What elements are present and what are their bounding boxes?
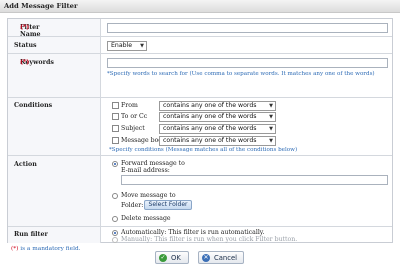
check-icon: ✓ [159,254,167,262]
cancel-button[interactable]: ✕ Cancel [198,251,244,264]
run-automatic-label: Automatically: This filter is run automa… [121,229,265,236]
keywords-row: Keywords (*) *Specify words to search for… [8,54,392,98]
chevron-down-icon: ▼ [140,43,144,49]
x-icon: ✕ [202,254,210,262]
forward-email-input[interactable] [121,175,388,185]
action-row: Action Forward message to E-mail address… [8,156,392,227]
conditions-label: Conditions [14,102,53,109]
action-delete-radio[interactable] [112,216,118,222]
status-selected-value: Enable [111,42,133,49]
ok-button[interactable]: ✓ OK [155,251,189,264]
action-move-label: Move message to [121,192,176,199]
filter-name-input[interactable] [107,23,388,33]
keywords-input[interactable] [107,58,388,68]
chevron-down-icon: ▼ [269,103,273,109]
select-folder-button[interactable]: Select Folder [144,200,192,210]
run-filter-label: Run filter [14,231,48,238]
condition-subject-operator-select[interactable]: contains any one of the words ▼ [159,124,276,134]
condition-subject-checkbox[interactable] [112,125,119,132]
run-manual-radio[interactable] [112,237,118,243]
condition-to-cc-label: To or Cc [121,113,148,120]
keywords-hint: *Specify words to search for (Use comma … [107,71,375,77]
run-manual-label: Manually: This filter is run when you cl… [121,236,298,243]
ok-button-label: OK [171,254,181,262]
status-row: Status Enable ▼ [8,37,392,54]
run-filter-row: Run filter Automatically: This filter is… [8,227,392,243]
action-forward-label: Forward message to [121,160,185,167]
required-marker: (*) [20,59,30,66]
email-address-label: E-mail address: [121,167,170,174]
conditions-hint: *Specify conditions (Message matches all… [109,147,298,153]
condition-from-checkbox[interactable] [112,102,119,109]
dialog-title: Add Message Filter [4,2,78,10]
condition-from-operator-select[interactable]: contains any one of the words ▼ [159,101,276,111]
mandatory-note: (*) is a mandatory field. [11,246,81,252]
required-marker: (*) [20,24,30,31]
condition-message-body-operator-select[interactable]: contains any one of the words ▼ [159,136,276,146]
status-select[interactable]: Enable ▼ [107,41,147,51]
dialog-titlebar: Add Message Filter [0,0,400,13]
condition-to-cc-operator-select[interactable]: contains any one of the words ▼ [159,112,276,122]
conditions-row: Conditions From contains any one of the … [8,98,392,156]
chevron-down-icon: ▼ [269,138,273,144]
filter-name-label-cell: Filter Name (*) [8,19,101,38]
condition-subject-label: Subject [121,125,145,132]
mandatory-note-text: is a mandatory field. [18,246,81,252]
chevron-down-icon: ▼ [269,114,273,120]
condition-to-cc-checkbox[interactable] [112,113,119,120]
filter-form: Filter Name (*) Status Enable ▼ Keywords(… [7,18,393,243]
filter-name-row: Filter Name (*) [8,19,392,38]
cancel-button-label: Cancel [214,254,238,262]
action-label: Action [14,161,37,168]
folder-label: Folder: [121,202,144,209]
chevron-down-icon: ▼ [269,126,273,132]
action-forward-radio[interactable] [112,161,118,167]
status-label: Status [14,42,37,49]
run-automatic-radio[interactable] [112,230,118,236]
condition-from-label: From [121,102,138,109]
action-move-radio[interactable] [112,193,118,199]
action-delete-label: Delete message [121,215,171,222]
condition-message-body-checkbox[interactable] [112,137,119,144]
